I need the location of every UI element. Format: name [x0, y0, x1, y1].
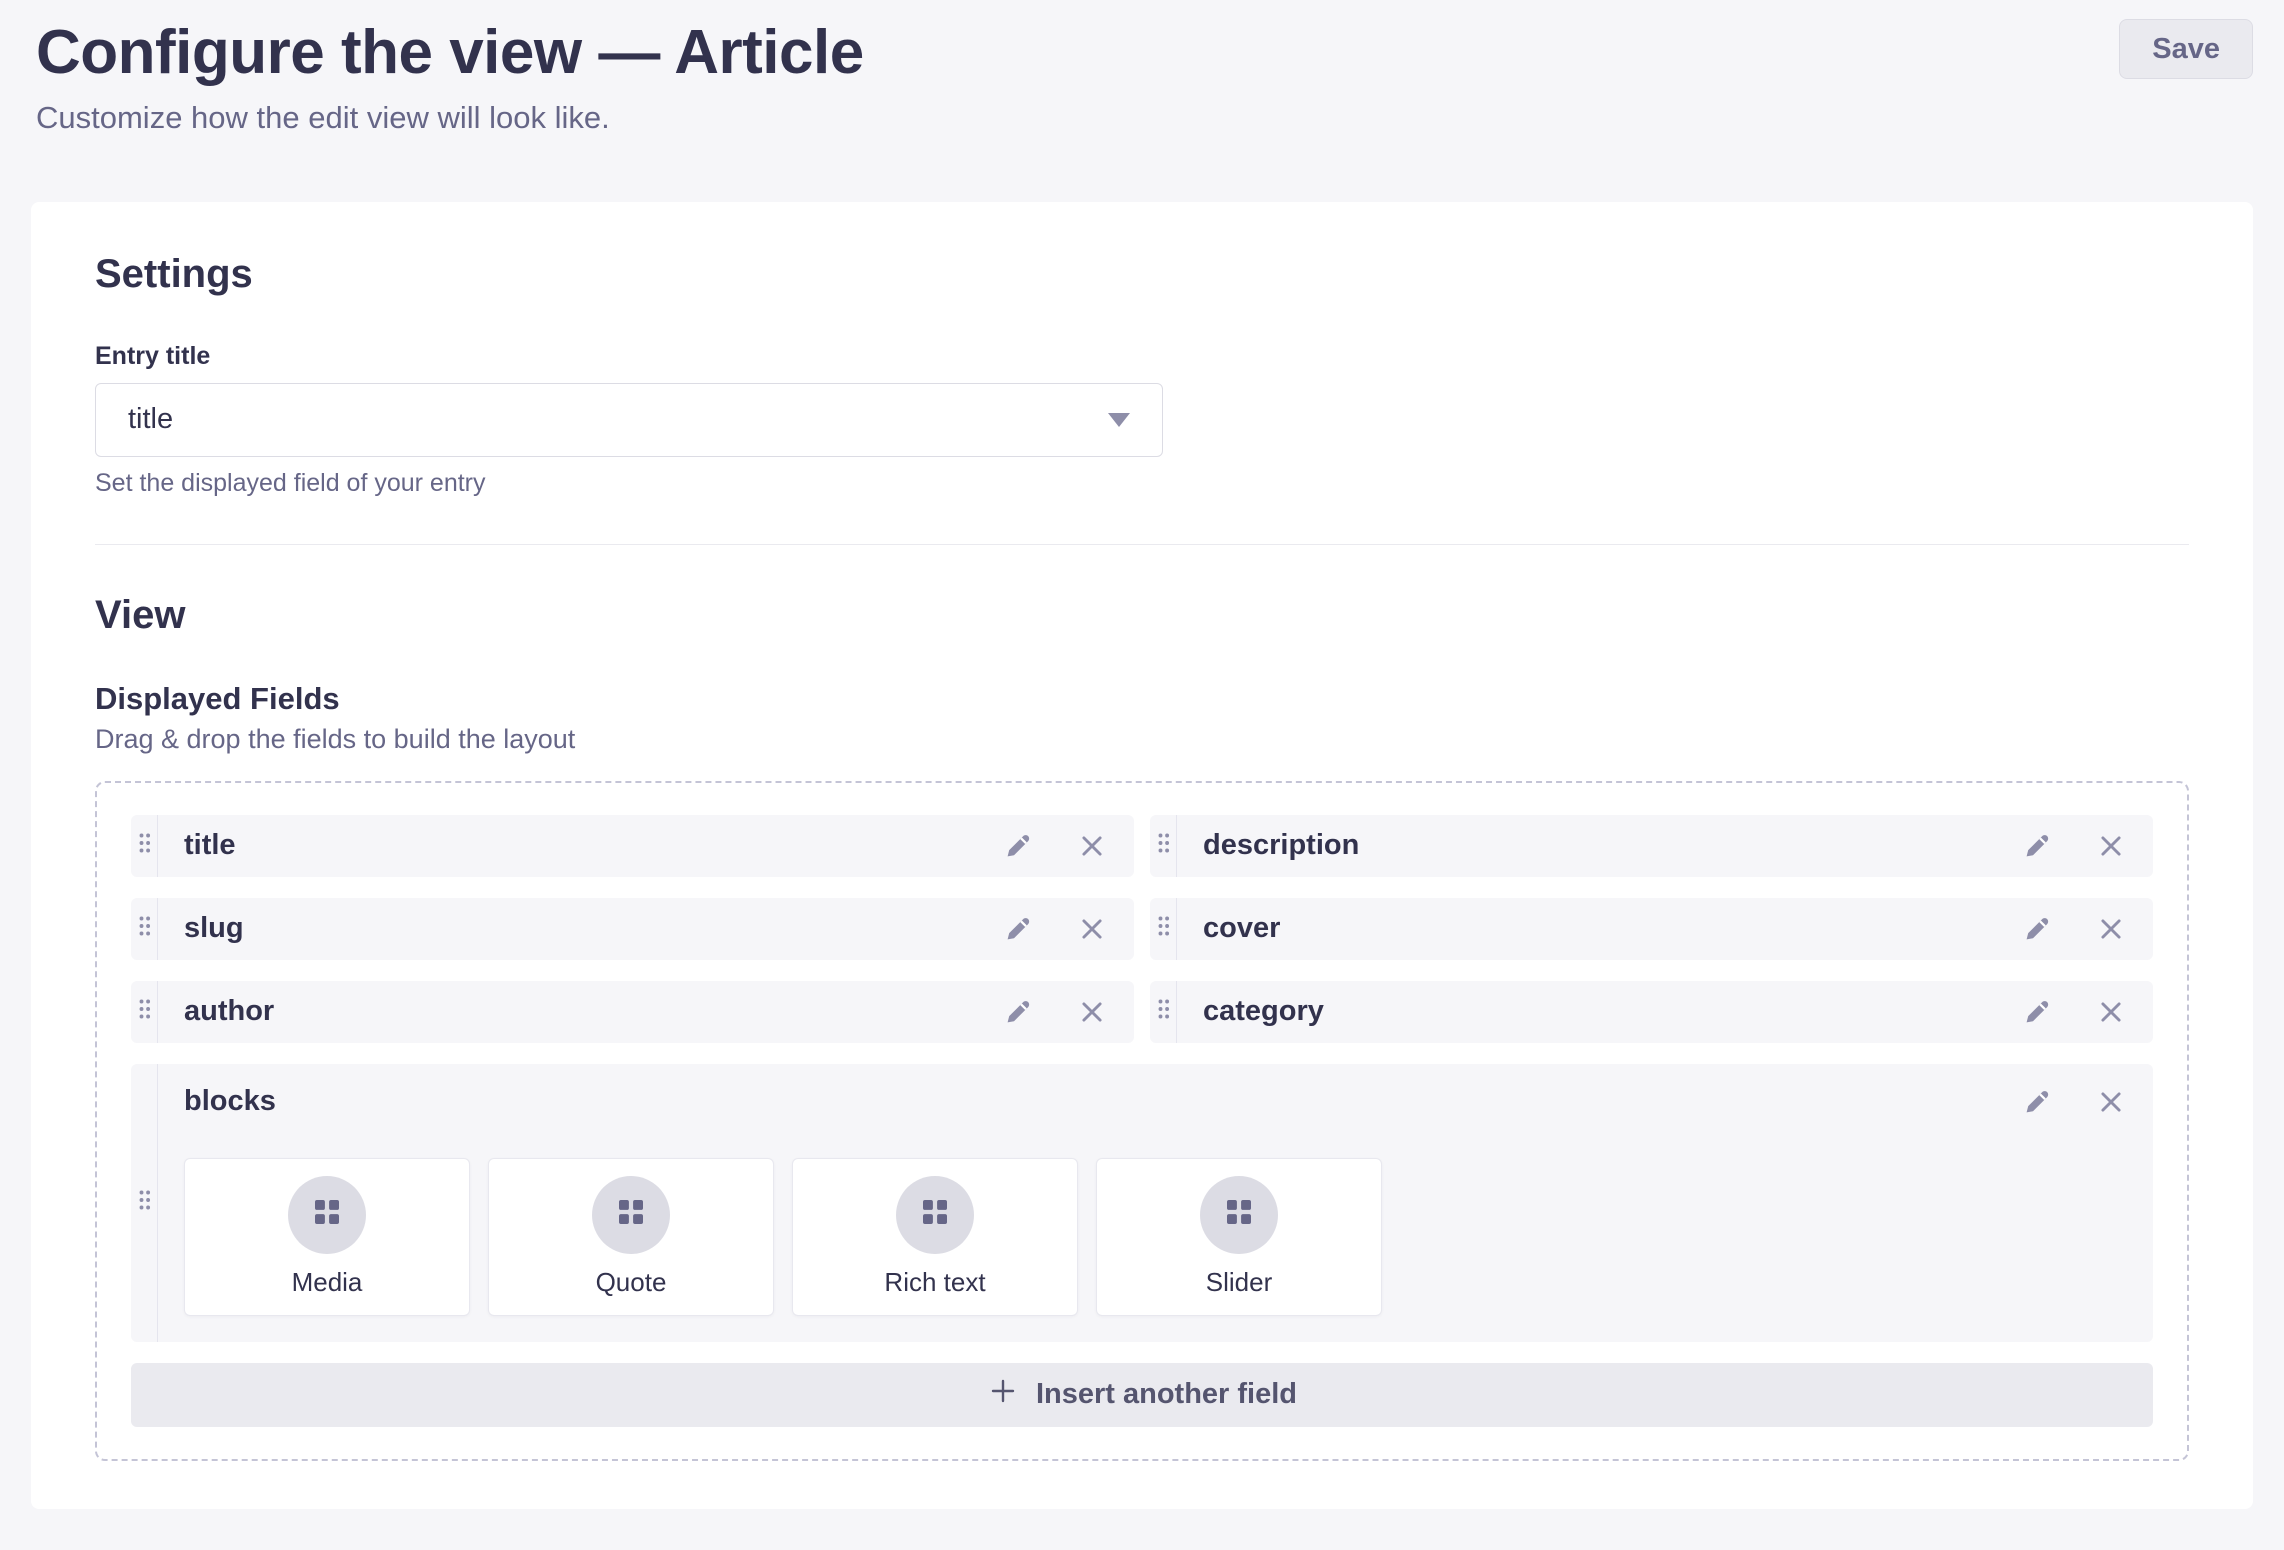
page-header-text: Configure the view — Article Customize h… — [36, 14, 864, 136]
edit-field-button[interactable] — [1000, 994, 1036, 1030]
page-title: Configure the view — Article — [36, 14, 864, 92]
field-row-title[interactable]: title — [131, 815, 1134, 877]
field-row-slug[interactable]: slug — [131, 898, 1134, 960]
drag-grip-icon — [1156, 997, 1171, 1026]
pencil-icon — [1002, 830, 1034, 862]
view-heading: View — [95, 591, 2189, 639]
field-label: author — [184, 995, 274, 1028]
save-button[interactable]: Save — [2119, 19, 2253, 79]
four-square-grid-icon — [917, 1194, 953, 1235]
displayed-fields-heading: Displayed Fields — [95, 681, 2189, 717]
x-icon — [2096, 831, 2126, 861]
insert-field-label: Insert another field — [1036, 1378, 1297, 1411]
pencil-icon — [1002, 913, 1034, 945]
component-card-rich-text[interactable]: Rich text — [792, 1158, 1078, 1316]
x-icon — [1077, 831, 1107, 861]
drag-grip-icon — [137, 1188, 152, 1217]
drag-handle[interactable] — [1150, 815, 1177, 877]
remove-field-button[interactable] — [1074, 828, 1110, 864]
x-icon — [2096, 997, 2126, 1027]
x-icon — [1077, 914, 1107, 944]
edit-field-button[interactable] — [2019, 994, 2055, 1030]
remove-field-button[interactable] — [1074, 911, 1110, 947]
pencil-icon — [2021, 830, 2053, 862]
pencil-icon — [2021, 996, 2053, 1028]
drag-handle[interactable] — [131, 815, 158, 877]
remove-field-button[interactable] — [2093, 1084, 2129, 1120]
component-circle — [1200, 1176, 1278, 1254]
page-subtitle: Customize how the edit view will look li… — [36, 100, 864, 136]
field-label: blocks — [184, 1085, 276, 1118]
section-divider — [95, 544, 2189, 545]
drag-grip-icon — [1156, 831, 1171, 860]
field-label: title — [184, 829, 236, 862]
drag-grip-icon — [137, 831, 152, 860]
settings-heading: Settings — [95, 250, 2189, 298]
component-label: Quote — [596, 1267, 667, 1298]
pencil-icon — [1002, 996, 1034, 1028]
remove-field-button[interactable] — [2093, 911, 2129, 947]
components-row: Media Quote Rich text — [184, 1158, 2129, 1316]
entry-title-select[interactable]: title — [95, 383, 1163, 457]
drag-handle[interactable] — [1150, 898, 1177, 960]
component-circle — [592, 1176, 670, 1254]
field-row-cover[interactable]: cover — [1150, 898, 2153, 960]
drag-grip-icon — [1156, 914, 1171, 943]
drag-handle[interactable] — [1150, 981, 1177, 1043]
entry-title-label: Entry title — [95, 342, 1163, 371]
insert-field-button[interactable]: Insert another field — [131, 1363, 2153, 1427]
edit-field-button[interactable] — [1000, 911, 1036, 947]
component-circle — [896, 1176, 974, 1254]
entry-title-select-value: title — [128, 403, 173, 436]
four-square-grid-icon — [613, 1194, 649, 1235]
pencil-icon — [2021, 1086, 2053, 1118]
pencil-icon — [2021, 913, 2053, 945]
fields-dropzone: title descriptio — [95, 781, 2189, 1461]
edit-field-button[interactable] — [2019, 1084, 2055, 1120]
four-square-grid-icon — [309, 1194, 345, 1235]
component-label: Rich text — [884, 1267, 985, 1298]
component-label: Slider — [1206, 1267, 1272, 1298]
drag-grip-icon — [137, 997, 152, 1026]
fields-grid: title descriptio — [131, 815, 2153, 1342]
displayed-fields-subheading: Drag & drop the fields to build the layo… — [95, 724, 2189, 755]
x-icon — [2096, 914, 2126, 944]
drag-handle[interactable] — [131, 898, 158, 960]
field-row-description[interactable]: description — [1150, 815, 2153, 877]
field-row-author[interactable]: author — [131, 981, 1134, 1043]
remove-field-button[interactable] — [1074, 994, 1110, 1030]
remove-field-button[interactable] — [2093, 828, 2129, 864]
field-row-category[interactable]: category — [1150, 981, 2153, 1043]
main-panel: Settings Entry title title Set the displ… — [31, 202, 2253, 1509]
chevron-down-icon — [1108, 413, 1130, 427]
edit-field-button[interactable] — [2019, 828, 2055, 864]
x-icon — [1077, 997, 1107, 1027]
component-card-quote[interactable]: Quote — [488, 1158, 774, 1316]
four-square-grid-icon — [1221, 1194, 1257, 1235]
x-icon — [2096, 1087, 2126, 1117]
component-card-media[interactable]: Media — [184, 1158, 470, 1316]
remove-field-button[interactable] — [2093, 994, 2129, 1030]
field-row-blocks[interactable]: blocks M — [131, 1064, 2153, 1342]
field-label: cover — [1203, 912, 1280, 945]
entry-title-field-group: Entry title title Set the displayed fiel… — [95, 342, 1163, 498]
field-label: slug — [184, 912, 244, 945]
edit-field-button[interactable] — [1000, 828, 1036, 864]
component-circle — [288, 1176, 366, 1254]
component-card-slider[interactable]: Slider — [1096, 1158, 1382, 1316]
entry-title-hint: Set the displayed field of your entry — [95, 469, 1163, 498]
plus-icon — [987, 1375, 1019, 1415]
drag-handle[interactable] — [131, 1064, 158, 1342]
field-label: description — [1203, 829, 1359, 862]
drag-handle[interactable] — [131, 981, 158, 1043]
field-label: category — [1203, 995, 1324, 1028]
drag-grip-icon — [137, 914, 152, 943]
component-label: Media — [292, 1267, 363, 1298]
edit-field-button[interactable] — [2019, 911, 2055, 947]
page-header: Configure the view — Article Customize h… — [0, 0, 2284, 136]
